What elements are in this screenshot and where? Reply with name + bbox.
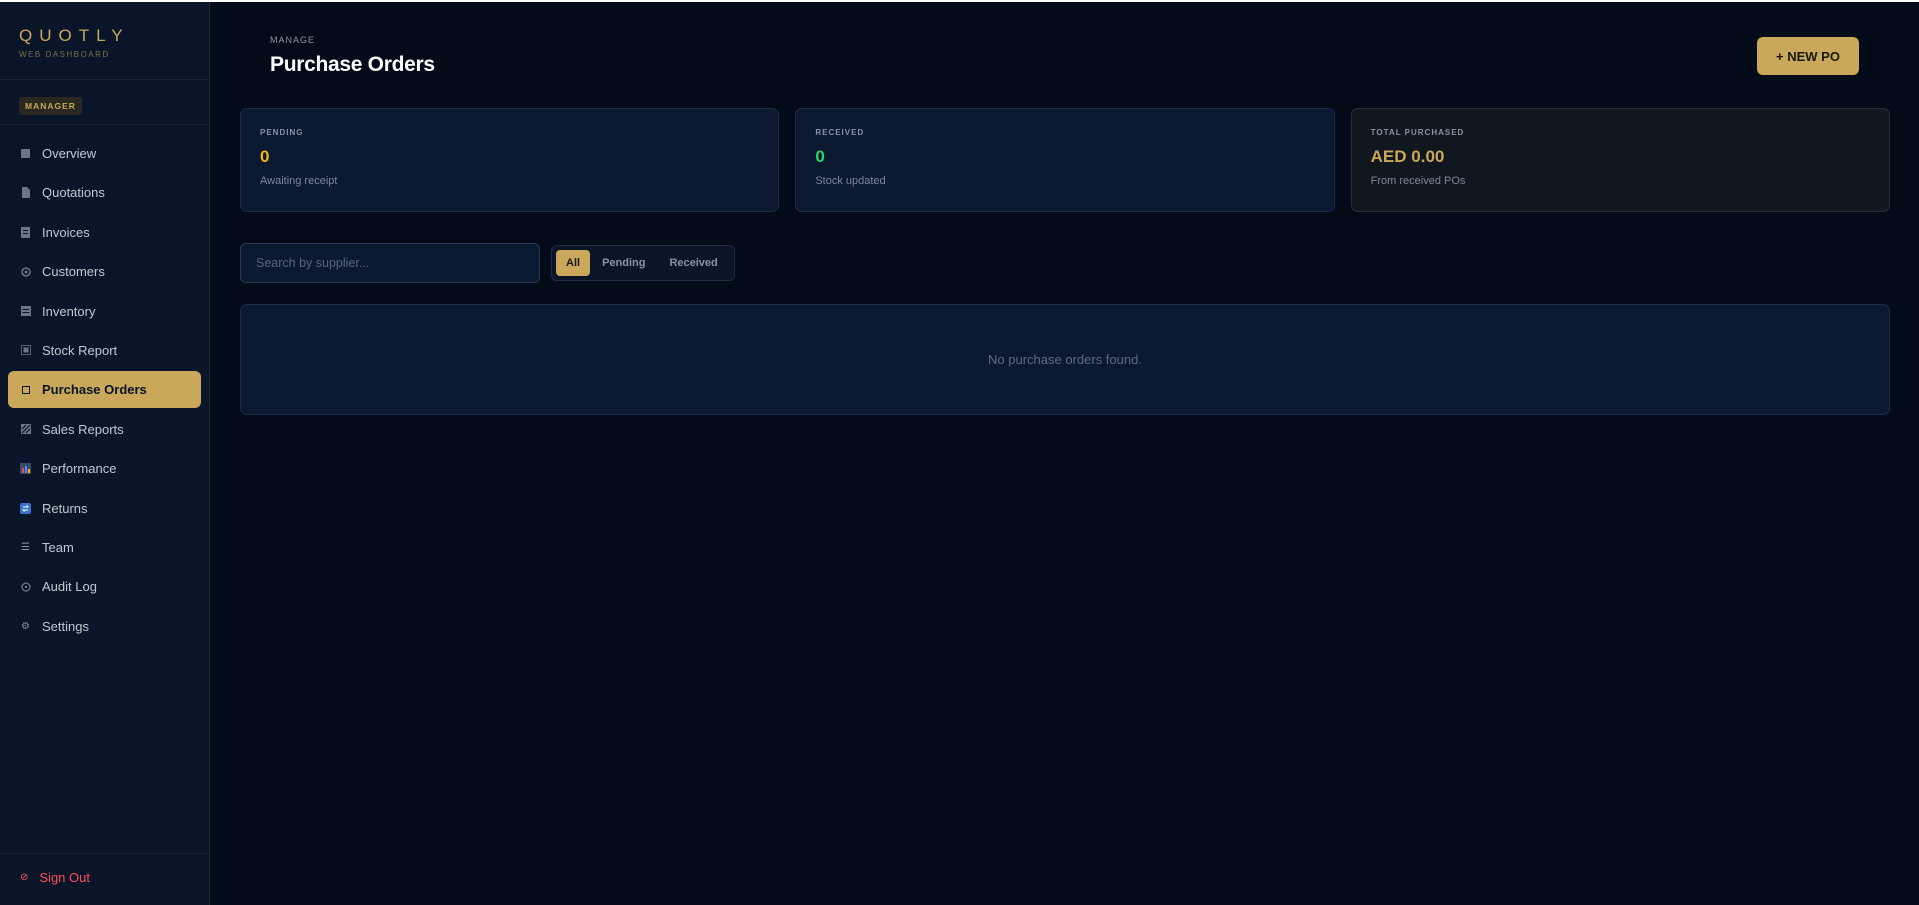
brand: QUOTLY WEB DASHBOARD (0, 2, 209, 80)
customers-icon (20, 266, 31, 277)
stat-subtext: Stock updated (815, 175, 886, 187)
filter-controls: All Pending Received (240, 243, 735, 283)
sidebar-item-audit-log[interactable]: Audit Log (8, 568, 201, 605)
sidebar-item-label: Inventory (42, 303, 96, 319)
sidebar-item-label: Sales Reports (42, 421, 124, 437)
sidebar-item-label: Team (42, 539, 74, 555)
filter-received[interactable]: Received (657, 250, 729, 276)
stat-value: 0 (260, 147, 270, 166)
sidebar-item-stock-report[interactable]: Stock Report (8, 332, 201, 369)
sidebar-item-label: Invoices (42, 224, 90, 240)
status-filter-group: All Pending Received (551, 245, 735, 281)
stat-label: RECEIVED (815, 128, 865, 137)
sidebar-item-label: Purchase Orders (42, 382, 147, 398)
sidebar-item-quotations[interactable]: Quotations (8, 174, 201, 211)
sidebar-item-invoices[interactable]: Invoices (8, 214, 201, 251)
invoices-icon (20, 226, 31, 238)
sidebar: QUOTLY WEB DASHBOARD MANAGER Overview Qu… (0, 2, 210, 905)
stat-card-pending: PENDING 0 Awaiting receipt (240, 108, 780, 212)
menu-lines-icon: ☰ (21, 541, 30, 553)
brand-name: QUOTLY (19, 26, 130, 45)
empty-state-message: No purchase orders found. (988, 352, 1142, 367)
sidebar-item-returns[interactable]: Returns (8, 490, 201, 527)
sidebar-item-label: Returns (42, 500, 88, 516)
filter-all[interactable]: All (556, 250, 591, 276)
sidebar-item-team[interactable]: ☰ Team (8, 529, 201, 566)
sidebar-item-customers[interactable]: Customers (8, 253, 201, 290)
sidebar-item-purchase-orders[interactable]: Purchase Orders (8, 371, 201, 409)
sidebar-item-overview[interactable]: Overview (8, 135, 201, 172)
sidebar-item-label: Settings (42, 618, 89, 634)
brand-subtitle: WEB DASHBOARD (19, 50, 110, 59)
sidebar-item-label: Performance (42, 461, 117, 477)
sign-out-label: Sign Out (39, 870, 90, 885)
clock-icon (20, 581, 31, 592)
stat-card-received: RECEIVED 0 Stock updated (795, 108, 1335, 212)
sales-reports-icon (20, 424, 31, 435)
prohibited-icon: ⊘ (20, 872, 29, 883)
sidebar-item-label: Overview (42, 146, 97, 161)
page-title: Purchase Orders (270, 53, 435, 76)
stat-subtext: Awaiting receipt (260, 175, 338, 187)
stat-label: PENDING (260, 128, 304, 137)
sidebar-item-label: Audit Log (42, 579, 97, 595)
search-input[interactable] (240, 243, 540, 283)
sidebar-item-sales-reports[interactable]: Sales Reports (8, 411, 201, 448)
sidebar-item-label: Quotations (42, 185, 105, 201)
sidebar-nav: Overview Quotations Invoices Customers I… (0, 125, 209, 647)
filter-pending[interactable]: Pending (590, 250, 657, 276)
inventory-icon (20, 306, 31, 317)
new-po-button[interactable]: + NEW PO (1757, 37, 1859, 75)
signout-section: ⊘ Sign Out (0, 853, 209, 905)
stock-report-icon (20, 345, 31, 356)
returns-icon (20, 502, 31, 514)
page-header: MANAGE Purchase Orders + NEW PO (240, 2, 1889, 112)
role-section: MANAGER (0, 80, 209, 125)
bar-chart-icon (20, 463, 31, 475)
stat-value: 0 (815, 147, 825, 166)
empty-state-panel: No purchase orders found. (240, 304, 1890, 415)
overview-icon (20, 148, 31, 159)
sidebar-item-inventory[interactable]: Inventory (8, 293, 201, 330)
stat-value: AED 0.00 (1370, 147, 1445, 166)
gear-icon: ⚙ (21, 620, 30, 632)
role-badge: MANAGER (19, 97, 82, 115)
sidebar-item-label: Stock Report (42, 342, 118, 358)
stat-label: TOTAL PURCHASED (1370, 128, 1465, 137)
sidebar-item-performance[interactable]: Performance (8, 450, 201, 487)
stat-card-total-purchased: TOTAL PURCHASED AED 0.00 From received P… (1350, 108, 1890, 212)
sidebar-item-label: Customers (42, 264, 105, 280)
stat-subtext: From received POs (1370, 175, 1466, 187)
page-eyebrow: MANAGE (270, 35, 316, 45)
sign-out-button[interactable]: ⊘ Sign Out (20, 870, 90, 885)
sidebar-item-settings[interactable]: ⚙ Settings (8, 608, 201, 645)
stats-row: PENDING 0 Awaiting receipt RECEIVED 0 St… (240, 108, 1890, 212)
quotations-icon (20, 187, 31, 199)
purchase-orders-icon (20, 384, 31, 395)
